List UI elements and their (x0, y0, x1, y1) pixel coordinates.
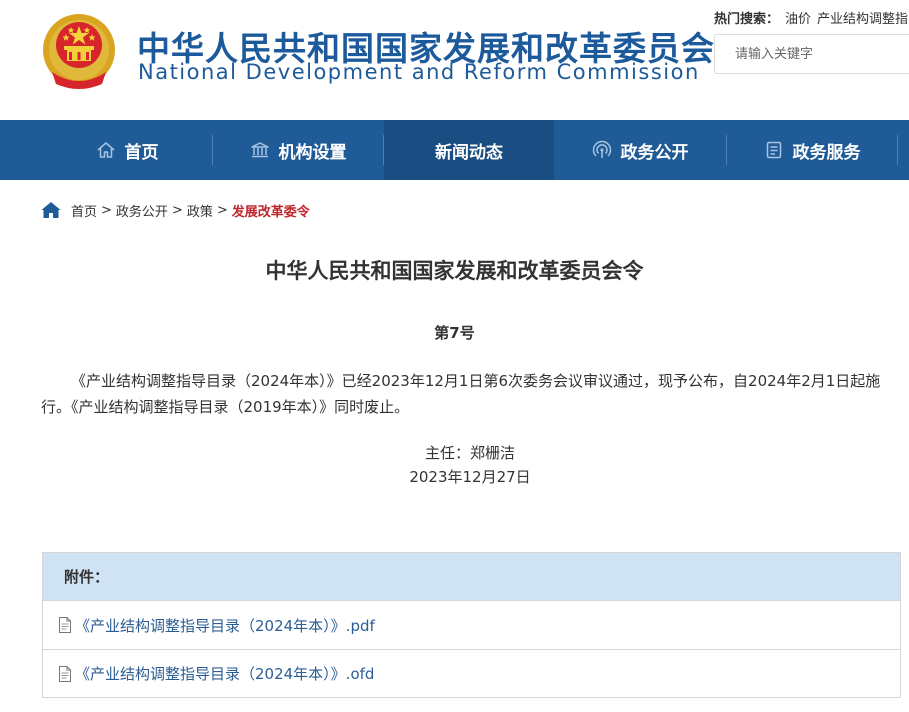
attachment-link-pdf[interactable]: 《产业结构调整指导目录（2024年本）》.pdf (43, 601, 900, 649)
home-outline-icon (96, 140, 116, 160)
breadcrumb: 首页 > 政务公开 > 政策 > 发展改革委令 (41, 200, 310, 220)
home-icon[interactable] (41, 201, 61, 219)
nav-item-label: 政务公开 (620, 142, 689, 163)
sign-date: 2023年12月27日 (409, 468, 531, 486)
breadcrumb-separator: > (171, 202, 183, 218)
hot-search-link[interactable]: 产业结构调整指 (817, 12, 908, 27)
hot-search-label: 热门搜索： (714, 12, 780, 27)
nav-item-label: 首页 (124, 142, 159, 163)
nav-item-home[interactable]: 首页 (42, 120, 212, 180)
breadcrumb-current[interactable]: 发展改革委令 (232, 201, 310, 220)
signer: 主任：郑栅洁 (424, 444, 515, 462)
document-service-icon (764, 140, 784, 160)
breadcrumb-link-policy[interactable]: 政策 (187, 201, 213, 220)
breadcrumb-link-gov-affairs[interactable]: 政务公开 (116, 201, 168, 220)
attachment-name[interactable]: 《产业结构调整指导目录（2024年本）》.pdf (75, 615, 375, 636)
search-input[interactable] (715, 35, 909, 73)
broadcast-icon (592, 140, 612, 160)
article-number: 第7号 (434, 324, 475, 342)
attachment-name[interactable]: 《产业结构调整指导目录（2024年本）》.ofd (75, 663, 374, 684)
national-emblem-icon[interactable] (40, 12, 118, 92)
attachments-heading: 附件： (43, 553, 900, 601)
attachments-panel: 附件： 《产业结构调整指导目录（2024年本）》.pdf 《产业结构调整指导目录… (42, 552, 901, 698)
nav-item-institutions[interactable]: 机构设置 (213, 120, 383, 180)
file-icon (59, 617, 71, 633)
hot-search-link[interactable]: 油价 (785, 12, 811, 27)
breadcrumb-link-home[interactable]: 首页 (71, 201, 97, 220)
search-box (714, 34, 909, 74)
nav-item-gov-affairs[interactable]: 政务公开 (555, 120, 725, 180)
main-nav: 首页 机构设置 新闻动态 政务公开 政务服务 (0, 120, 909, 180)
nav-item-label: 新闻动态 (435, 142, 503, 163)
file-icon (59, 665, 71, 682)
article-signature: 主任：郑栅洁 2023年12月27日 (0, 441, 909, 489)
article-body: 《产业结构调整指导目录（2024年本）》已经2023年12月1日第6次委务会议审… (41, 372, 881, 416)
breadcrumb-separator: > (216, 202, 228, 218)
nav-item-news[interactable]: 新闻动态 (384, 120, 554, 180)
article-title: 中华人民共和国国家发展和改革委员会令 (265, 259, 644, 283)
site-title-en[interactable]: National Development and Reform Commissi… (138, 60, 700, 84)
attachment-link-ofd[interactable]: 《产业结构调整指导目录（2024年本）》.ofd (43, 649, 900, 697)
breadcrumb-separator: > (101, 202, 112, 218)
hot-search: 热门搜索： 油价 产业结构调整指 (714, 8, 908, 27)
site-header: 中华人民共和国国家发展和改革委员会 National Development a… (0, 0, 909, 120)
nav-item-services[interactable]: 政务服务 (727, 120, 897, 180)
nav-item-label: 机构设置 (278, 142, 347, 163)
nav-divider (897, 135, 898, 165)
institution-building-icon (250, 140, 270, 160)
nav-item-label: 政务服务 (792, 142, 861, 163)
